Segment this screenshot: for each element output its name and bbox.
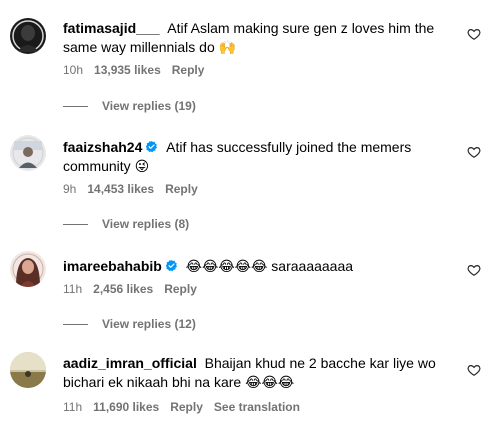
likes-count[interactable]: 11,690 likes [93, 400, 159, 414]
view-replies-button[interactable]: View replies (8) [63, 217, 189, 231]
comment-username[interactable]: imareebahabib [63, 258, 162, 274]
comment-time: 9h [63, 182, 77, 196]
reply-button[interactable]: Reply [165, 182, 198, 196]
comment-meta: 10h 13,935 likes Reply [63, 63, 215, 77]
heart-outline-icon [467, 265, 481, 276]
see-translation-button[interactable]: See translation [214, 400, 300, 414]
avatar[interactable] [10, 135, 46, 171]
view-replies-label[interactable]: View replies (19) [102, 99, 196, 113]
likes-count[interactable]: 2,456 likes [93, 282, 153, 296]
avatar[interactable] [10, 251, 46, 287]
verified-badge-icon [165, 259, 177, 272]
view-replies-label[interactable]: View replies (12) [102, 317, 196, 331]
view-replies-button[interactable]: View replies (12) [63, 317, 196, 331]
comment-meta: 9h 14,453 likes Reply [63, 182, 209, 196]
verified-badge-icon [146, 140, 158, 153]
likes-count[interactable]: 13,935 likes [94, 63, 161, 77]
heart-outline-icon [467, 147, 481, 158]
heart-outline-icon [467, 365, 481, 376]
avatar[interactable] [10, 18, 46, 54]
comment-text: saraaaaaaaa [271, 258, 354, 274]
comment-emoji: 🙌 [218, 39, 237, 55]
comment-emoji: 😜 [134, 158, 150, 174]
like-button[interactable] [467, 363, 481, 377]
avatar[interactable] [10, 352, 46, 388]
view-replies-button[interactable]: View replies (19) [63, 99, 196, 113]
reply-button[interactable]: Reply [170, 400, 203, 414]
like-button[interactable] [467, 145, 481, 159]
comment-username[interactable]: aadiz_imran_official [63, 355, 197, 371]
comment-emoji: 😂😂😂😂😂 [185, 258, 268, 274]
like-button[interactable] [467, 27, 481, 41]
comment-time: 11h [63, 282, 83, 296]
view-replies-label[interactable]: View replies (8) [102, 217, 189, 231]
comment-time: 10h [63, 63, 84, 77]
replies-divider [63, 224, 88, 226]
comment-username[interactable]: faaizshah24 [63, 139, 142, 155]
reply-button[interactable]: Reply [172, 63, 205, 77]
comment-emoji: 😂😂😂 [245, 374, 295, 390]
heart-outline-icon [467, 29, 481, 40]
like-button[interactable] [467, 263, 481, 277]
comment-time: 11h [63, 400, 83, 414]
likes-count[interactable]: 14,453 likes [87, 182, 154, 196]
reply-button[interactable]: Reply [164, 282, 197, 296]
comment-meta: 11h 2,456 likes Reply [63, 282, 208, 296]
replies-divider [63, 324, 88, 326]
replies-divider [63, 106, 88, 108]
comment-meta: 11h 11,690 likes Reply See translation [63, 400, 311, 414]
comment-username[interactable]: fatimasajid___ [63, 20, 160, 36]
